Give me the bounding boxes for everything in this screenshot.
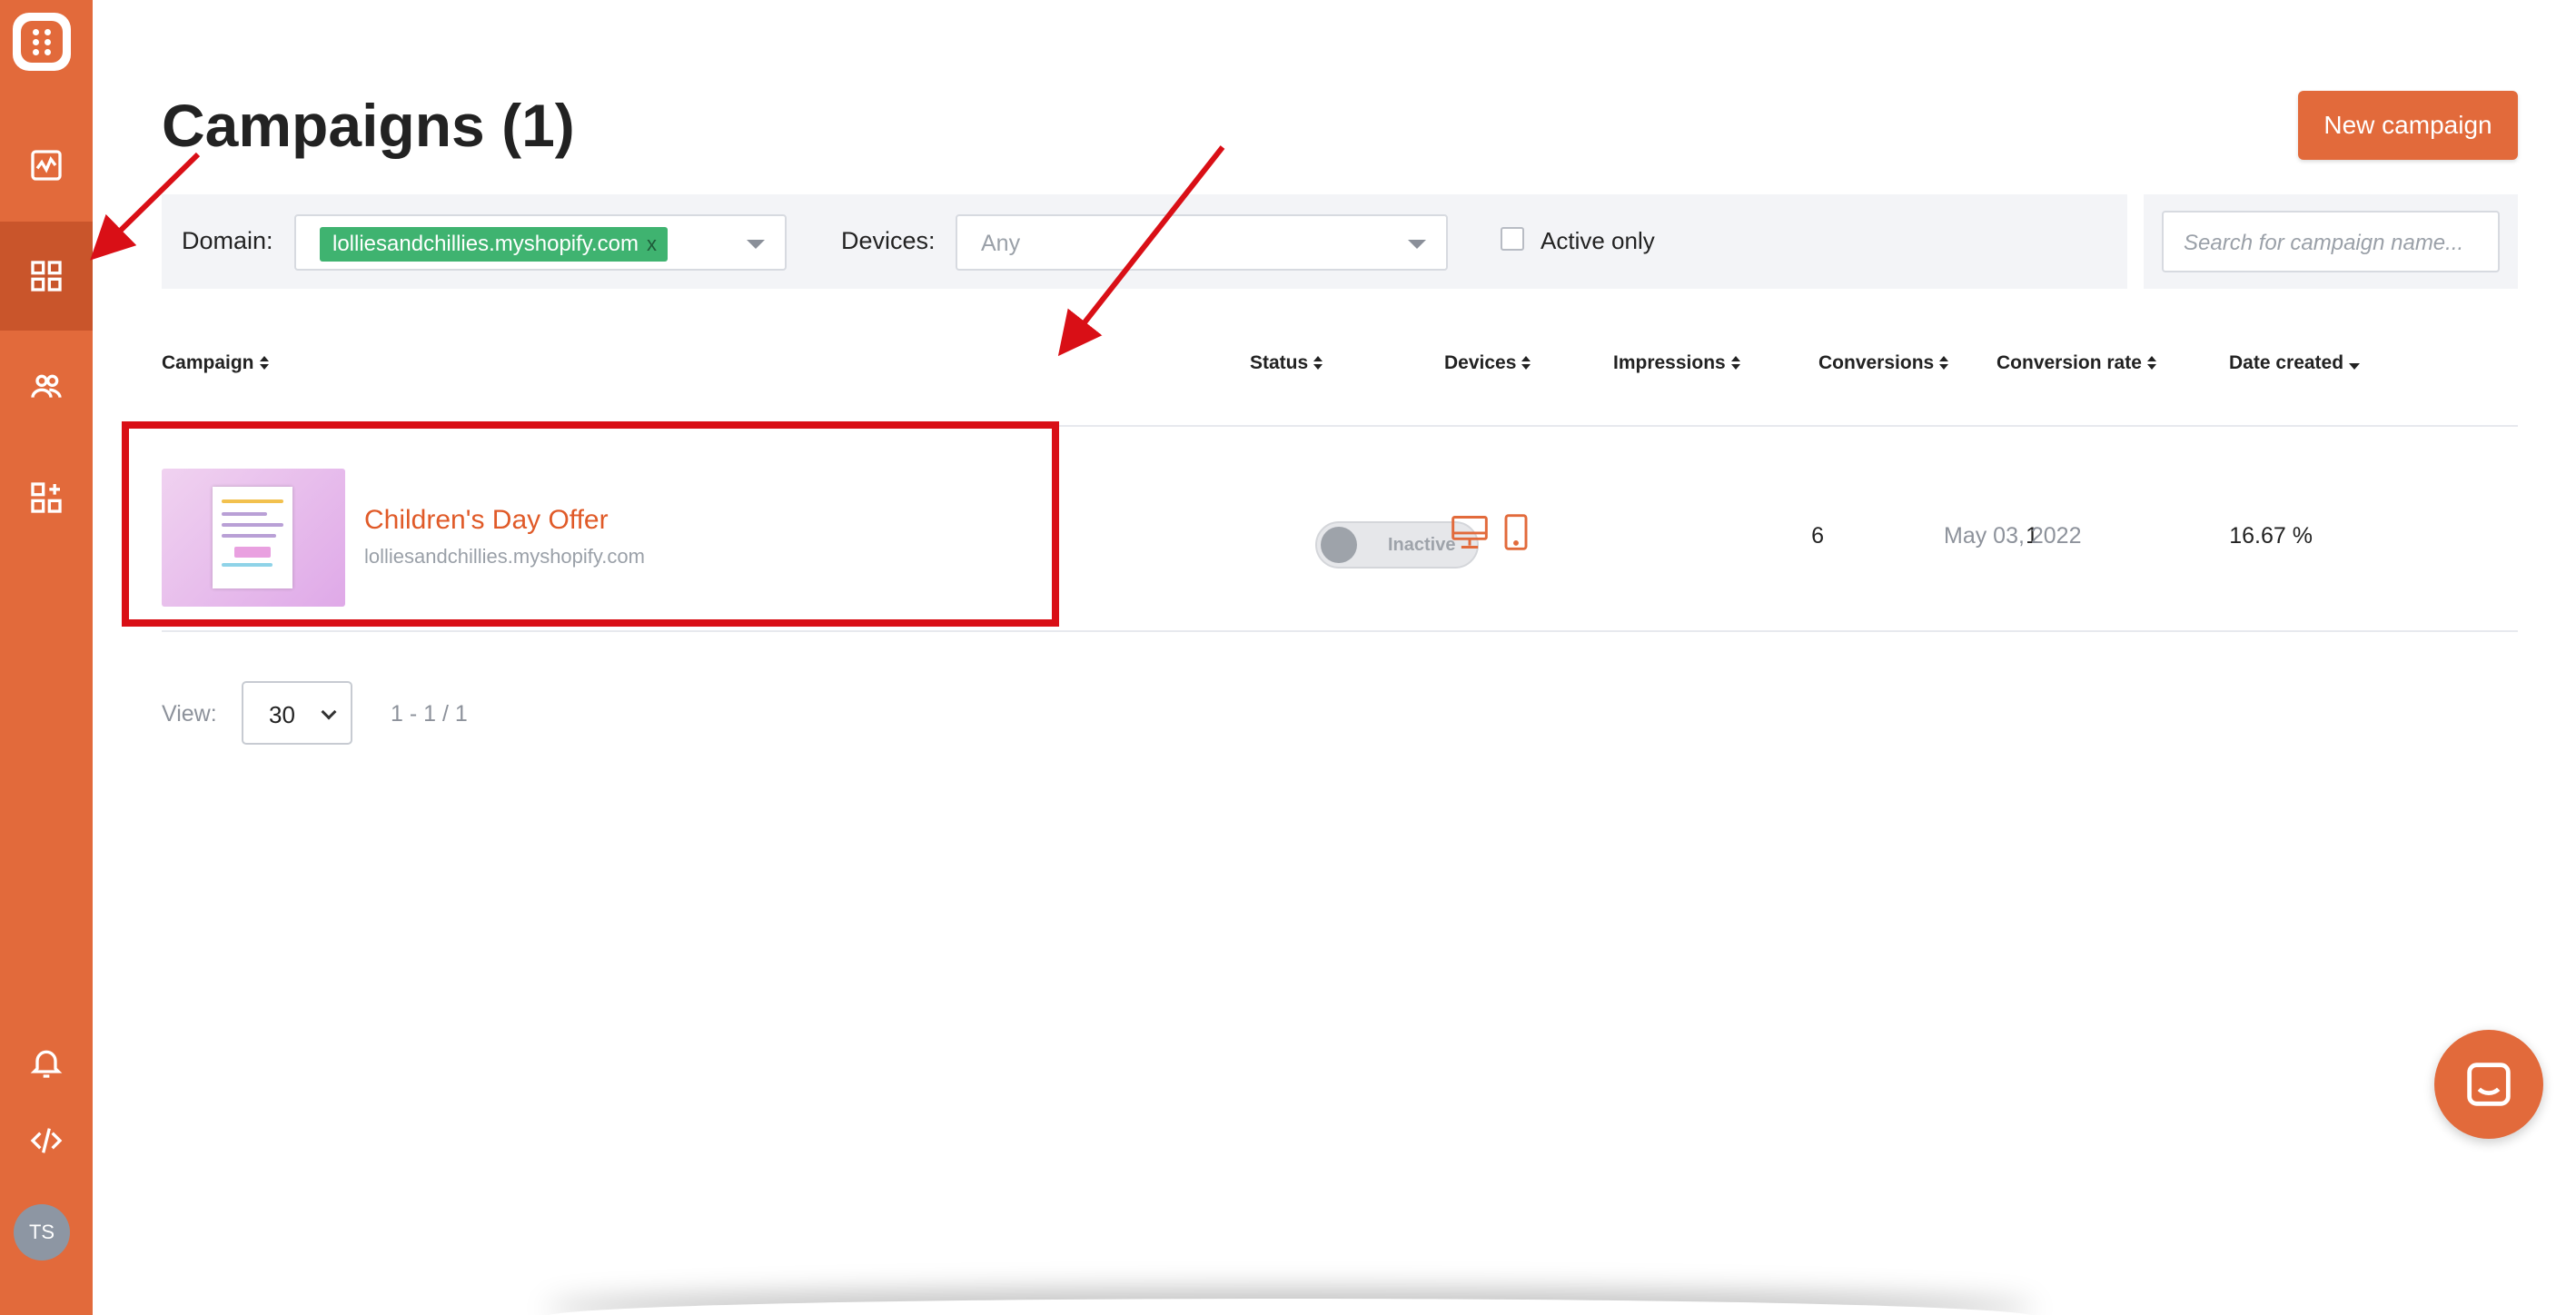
domain-select[interactable]: lolliesandchillies.myshopify.com x [294,214,787,271]
conversion-rate-value: 16.67 % [2229,523,2313,549]
grid-icon [31,261,62,292]
column-devices[interactable]: Devices [1444,352,1531,374]
column-conversions[interactable]: Conversions [1818,352,1949,374]
status-label: Inactive [1388,535,1456,555]
sort-icon [2146,356,2156,371]
user-avatar[interactable]: TS [14,1204,70,1261]
chat-icon [2467,1063,2511,1106]
date-created-value: May 03, 2022 [1944,523,2082,549]
highlight-box-annotation [122,421,1059,627]
active-only-checkbox[interactable] [1501,227,1524,251]
table-divider [162,630,2518,632]
devices-placeholder: Any [981,231,1021,256]
chat-widget-button[interactable] [2434,1030,2543,1139]
chevron-down-icon [747,240,765,249]
sidebar-item-embed-code[interactable] [0,1086,93,1195]
new-campaign-button[interactable]: New campaign [2298,91,2518,160]
devices-select[interactable]: Any [956,214,1448,271]
column-campaign[interactable]: Campaign [162,352,269,374]
logo-mark [21,21,63,63]
bell-icon [30,1050,63,1078]
impressions-value: 6 [1811,523,1824,549]
app-logo[interactable] [13,13,71,71]
device-icons [1450,512,1531,552]
pagination-range: 1 - 1 / 1 [391,701,468,727]
users-icon [31,374,62,398]
sidebar-item-campaigns[interactable] [0,222,93,331]
page-size-value: 30 [269,701,295,728]
domain-label: Domain: [182,227,273,254]
active-only-label[interactable]: Active only [1541,227,1655,255]
toggle-knob [1321,527,1357,563]
filter-bar: Domain: lolliesandchillies.myshopify.com… [162,194,2127,289]
sidebar-item-subscribers[interactable] [0,332,93,441]
sort-icon [1730,356,1740,371]
sort-descending-icon [2349,362,2361,370]
domain-tag-label: lolliesandchillies.myshopify.com [332,232,639,256]
sort-icon [1939,356,1949,371]
search-placeholder: Search for campaign name... [2184,231,2464,255]
devices-label: Devices: [841,227,936,254]
domain-tag: lolliesandchillies.myshopify.com x [320,227,669,262]
search-container: Search for campaign name... [2144,194,2518,289]
chevron-down-icon [1408,240,1426,249]
activity-chart-icon [31,150,62,181]
column-conversion-rate[interactable]: Conversion rate [1996,352,2156,374]
sort-icon [259,356,269,371]
campaign-search-input[interactable]: Search for campaign name... [2162,211,2500,272]
sort-icon [1521,356,1531,371]
code-icon [30,1128,63,1153]
chevron-down-icon [321,704,337,720]
add-widget-icon [31,482,62,513]
mobile-icon [1504,514,1528,550]
column-date-created[interactable]: Date created [2229,352,2361,374]
view-label: View: [162,701,217,727]
desktop-icon [1451,516,1488,549]
page-title: Campaigns (1) [162,92,575,159]
column-status[interactable]: Status [1250,352,1323,374]
sidebar-item-analytics[interactable] [0,111,93,220]
sidebar-item-templates[interactable] [0,443,93,552]
page-size-select[interactable]: 30 [242,681,352,745]
sort-icon [1313,356,1323,371]
column-impressions[interactable]: Impressions [1613,352,1740,374]
bottom-shadow [545,1299,2035,1315]
remove-tag-icon[interactable]: x [647,232,657,256]
sidebar: TS [0,0,93,1315]
